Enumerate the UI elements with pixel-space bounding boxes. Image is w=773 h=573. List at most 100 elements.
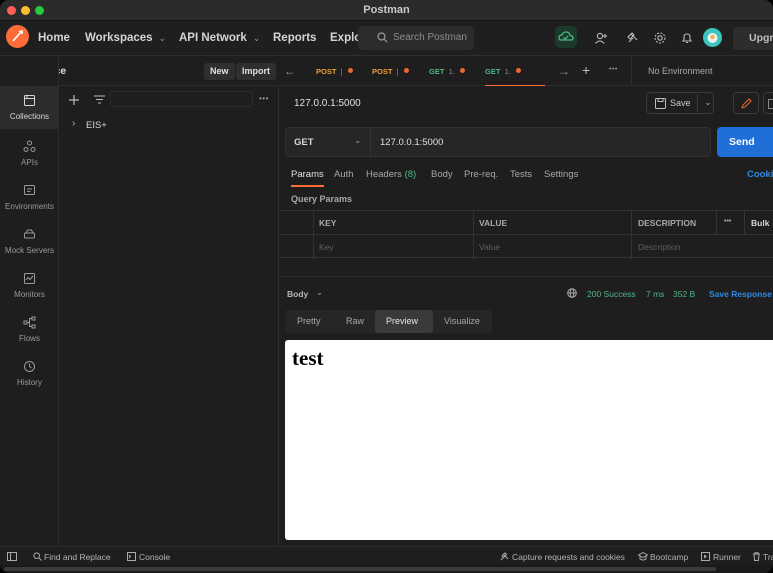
horizontal-scrollbar[interactable] [0, 565, 773, 573]
new-tab-plus-icon[interactable]: + [582, 62, 590, 78]
tab-method: POST [316, 67, 337, 76]
satellite-icon[interactable] [626, 31, 640, 45]
invite-user-icon[interactable] [594, 31, 608, 45]
cookies-link[interactable]: Cooki [747, 169, 773, 180]
tab-name: | [396, 67, 399, 76]
unsaved-dot-icon [403, 68, 409, 73]
description-input[interactable]: Description [638, 242, 681, 252]
tab-body[interactable]: Body [431, 169, 453, 180]
arrow-right-icon[interactable]: → [558, 64, 570, 78]
sidebar-item-history[interactable]: History [0, 352, 59, 392]
nav-reports[interactable]: Reports [273, 32, 316, 44]
avatar[interactable] [703, 28, 722, 47]
postman-logo-icon[interactable] [6, 25, 29, 48]
preview-heading: test [292, 346, 324, 370]
tab-tests[interactable]: Tests [510, 169, 532, 180]
console-button[interactable]: Console [139, 552, 170, 562]
search-icon [377, 32, 388, 43]
upgrade-button[interactable]: Upgr [733, 27, 773, 50]
response-time[interactable]: 7 ms [646, 289, 664, 299]
environments-icon [24, 185, 35, 195]
send-button[interactable]: Send [717, 127, 773, 157]
trash-icon [753, 552, 760, 561]
docs-view-button[interactable] [763, 92, 773, 114]
globe-icon[interactable] [567, 288, 577, 298]
sidebar-item-monitors[interactable]: Monitors [0, 264, 59, 304]
sidebar-item-environments[interactable]: Environments [0, 176, 59, 216]
response-preview-pane: test [285, 340, 773, 540]
sidebar-item-flows[interactable]: Flows [0, 308, 59, 348]
value-input[interactable]: Value [479, 242, 500, 252]
sidebar-item-label: Collections [9, 112, 50, 121]
notifications-bell-icon[interactable] [680, 31, 694, 45]
tab-settings[interactable]: Settings [544, 169, 578, 180]
capture-button[interactable]: Capture requests and cookies [512, 552, 625, 562]
tab-raw[interactable]: Raw [346, 316, 364, 326]
method-select[interactable]: GET ⌄ [286, 128, 371, 156]
chevron-down-icon[interactable]: ⌄ [316, 287, 323, 298]
tab-preview[interactable]: Preview [386, 316, 418, 326]
bootcamp-button[interactable]: Bootcamp [650, 552, 688, 562]
tab-prereq[interactable]: Pre-req. [464, 169, 498, 180]
chevron-right-icon: › [72, 118, 76, 129]
sidebar-item-mock-servers[interactable]: Mock Servers [0, 220, 59, 260]
method-value: GET [294, 137, 314, 148]
nav-api-network[interactable]: API Network ⌄ [179, 32, 260, 44]
key-input[interactable]: Key [319, 242, 334, 252]
bulk-edit-link[interactable]: Bulk [751, 218, 769, 228]
filter-input[interactable] [110, 91, 253, 107]
sidebar-item-label: Mock Servers [5, 246, 54, 255]
save-response-button[interactable]: Save Response [709, 289, 772, 299]
request-tabs-bar: ← POST | POST | GET 1. GET 1. → + ••• No… [279, 56, 773, 86]
tab-pretty[interactable]: Pretty [297, 316, 321, 326]
more-options-icon[interactable]: ••• [259, 94, 269, 103]
sidebar-item-label: Environments [5, 202, 54, 211]
tab-auth[interactable]: Auth [334, 169, 354, 180]
settings-gear-icon[interactable] [653, 31, 667, 45]
tab-headers[interactable]: Headers (8) [366, 169, 416, 180]
postman-window: Postman Home Workspaces ⌄ API Network ⌄ Re… [0, 0, 773, 573]
sync-cloud-icon[interactable] [555, 26, 577, 48]
trash-button[interactable]: Tra [763, 552, 773, 562]
url-input[interactable]: 127.0.0.1:5000 [380, 137, 443, 148]
edit-mode-button[interactable] [733, 92, 759, 114]
save-label: Save [670, 98, 691, 108]
request-title[interactable]: 127.0.0.1:5000 [294, 98, 361, 109]
request-tab[interactable]: POST | [316, 56, 371, 86]
response-body-label[interactable]: Body [287, 289, 308, 299]
filter-icon[interactable] [94, 95, 105, 104]
chevron-down-icon[interactable]: ⌄ [697, 94, 712, 112]
nav-home[interactable]: Home [38, 32, 70, 44]
runner-button[interactable]: Runner [713, 552, 741, 562]
request-tab[interactable]: GET 1. [485, 56, 545, 86]
sidebar-toggle-icon[interactable] [7, 552, 17, 561]
search-placeholder: Search Postman [393, 32, 467, 43]
chevron-down-icon: ⌄ [252, 33, 261, 43]
monitors-icon [24, 273, 35, 284]
new-button[interactable]: New [204, 63, 235, 80]
request-tab[interactable]: POST | [372, 56, 427, 86]
scrollbar-thumb[interactable] [4, 567, 716, 571]
import-button[interactable]: Import [236, 63, 276, 80]
divider [280, 276, 773, 277]
environment-selector[interactable]: No Environment [648, 66, 713, 76]
save-button[interactable]: Save ⌄ [646, 92, 714, 114]
find-replace-button[interactable]: Find and Replace [44, 552, 111, 562]
sidebar-item-collections[interactable]: Collections [0, 86, 59, 129]
collection-item[interactable]: › EIS+ [60, 117, 278, 133]
search-input[interactable]: Search Postman [358, 26, 474, 50]
request-tab[interactable]: GET 1. [429, 56, 484, 86]
response-status[interactable]: 200 Success [587, 289, 636, 299]
column-key: KEY [319, 218, 337, 228]
nav-explore[interactable]: Explo [330, 32, 361, 44]
chevron-down-icon: ⌄ [354, 135, 362, 145]
sidebar-item-apis[interactable]: APIs [0, 132, 59, 172]
tab-visualize[interactable]: Visualize [444, 316, 480, 326]
tab-options-icon[interactable]: ••• [609, 66, 618, 73]
tab-params[interactable]: Params [291, 169, 324, 187]
columns-options-icon[interactable]: ••• [724, 218, 731, 225]
nav-workspaces[interactable]: Workspaces ⌄ [85, 32, 166, 44]
plus-icon[interactable] [69, 95, 79, 105]
arrow-left-icon[interactable]: ← [284, 64, 296, 78]
response-size[interactable]: 352 B [673, 289, 695, 299]
